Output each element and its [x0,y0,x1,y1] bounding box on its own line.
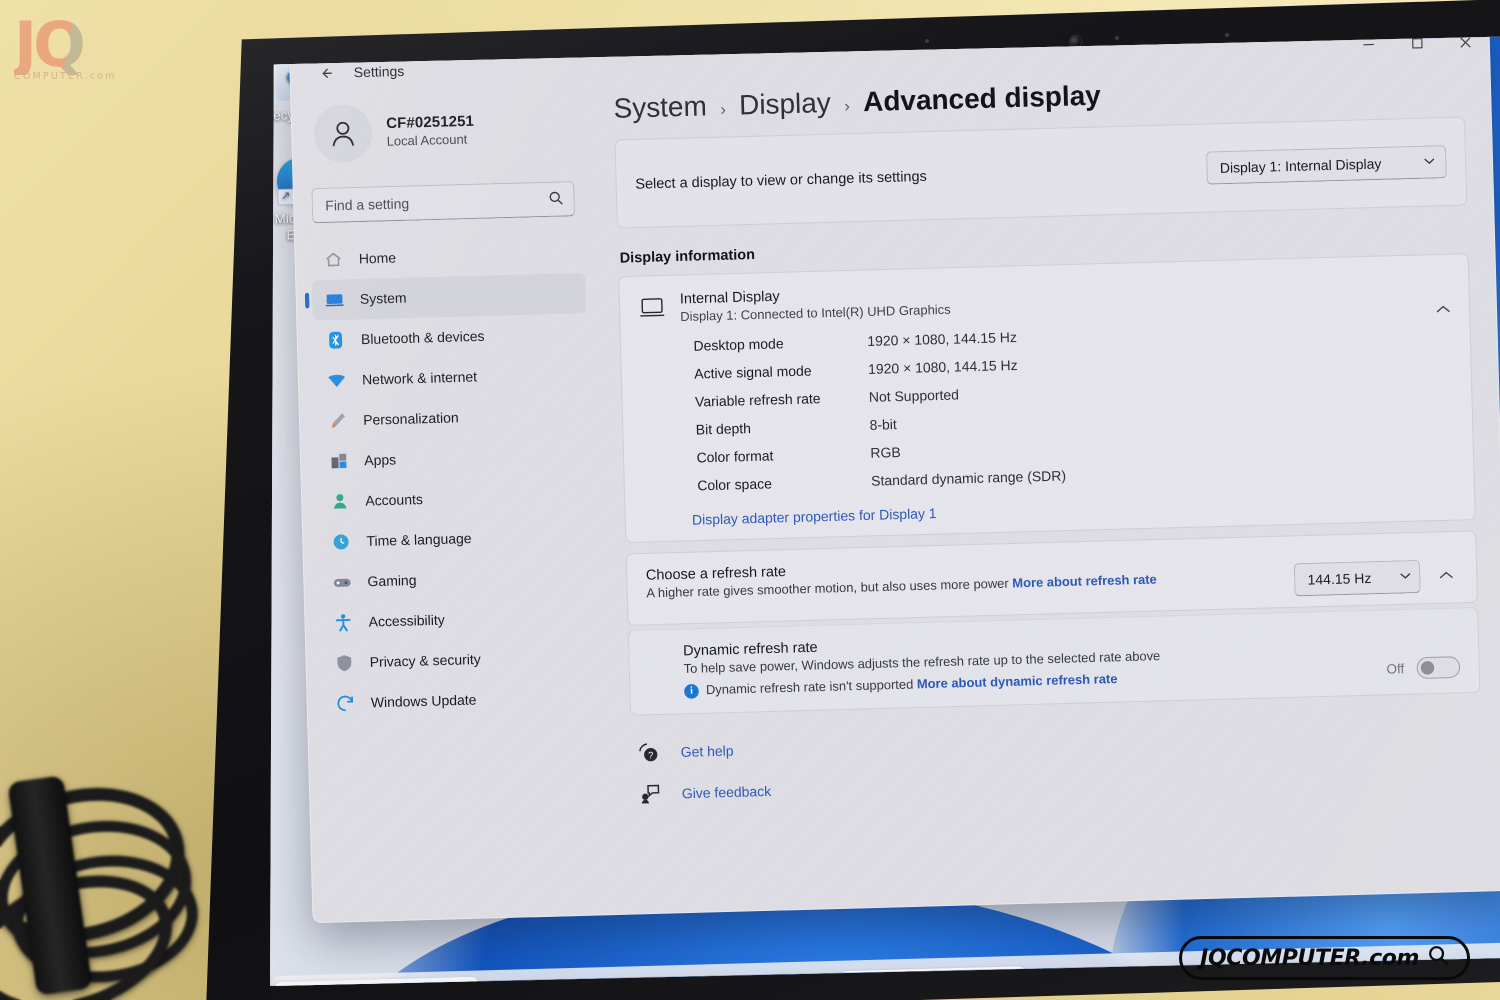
shield-icon [332,651,355,674]
refresh-rate-value: 144.15 Hz [1307,570,1372,588]
gamepad-icon [330,571,353,594]
info-value: Not Supported [868,387,960,405]
refresh-rate-dropdown[interactable]: 144.15 Hz [1293,559,1421,597]
bluetooth-icon [323,329,346,352]
info-value: 1920 × 1080, 144.15 Hz [867,357,1018,378]
maximize-button[interactable] [1392,36,1442,68]
info-key: Color space [697,475,773,494]
help-icon: ? [637,741,660,764]
sidebar-item-windows-update[interactable]: Windows Update [323,676,597,724]
sidebar-item-label: System [359,290,407,307]
sidebar-nav: Home System Bluetooth & devices Network … [311,233,597,725]
sidebar-item-label: Bluetooth & devices [360,328,485,348]
display-selector-value: Display 1: Internal Display [1219,155,1382,176]
display-device-sub: Display 1: Connected to Intel(R) UHD Gra… [680,302,951,325]
breadcrumb-system[interactable]: System [613,90,707,125]
watermark-logo: JQ [14,14,132,76]
account-type: Local Account [386,132,468,149]
sidebar-item-label: Accessibility [368,612,445,630]
info-value: 8-bit [869,416,898,433]
window-title: Settings [353,62,405,80]
search-box[interactable] [311,181,576,224]
wifi-icon [325,369,348,392]
account-name: CF#0251251 [386,113,475,133]
avatar [313,103,373,164]
chevron-down-icon [1424,156,1436,168]
sidebar-item-label: Home [358,250,397,267]
sidebar-item-label: Gaming [367,572,417,590]
display-information-card: Internal Display Display 1: Connected to… [618,253,1476,544]
more-about-dynamic-refresh-rate-link[interactable]: More about dynamic refresh rate [917,671,1118,691]
accessibility-icon [331,611,354,634]
help-links: ? Get help Give feedback [637,709,1483,815]
display-selector-dropdown[interactable]: Display 1: Internal Display [1205,145,1447,185]
dynamic-refresh-rate-note: Dynamic refresh rate isn't supported [705,677,914,698]
monitor-icon [638,294,666,322]
accounts-icon [328,490,351,513]
dynamic-refresh-rate-toggle[interactable] [1416,656,1461,680]
breadcrumb-separator: › [720,101,727,120]
search-input[interactable] [325,191,549,214]
dynamic-refresh-rate-toggle-label: Off [1386,660,1405,677]
sidebar-item-label: Personalization [362,409,459,428]
watermark-top-left: JQ COMPUTER.com [14,14,132,82]
home-icon [321,248,344,271]
display-selector-label: Select a display to view or change its s… [635,167,927,192]
info-value: RGB [870,444,901,461]
watermark-text: JQCOMPUTER.com [1200,945,1419,971]
breadcrumb-separator: › [844,98,851,116]
watermark-sub: COMPUTER.com [14,70,117,82]
info-key: Active signal mode [694,363,812,382]
settings-main: System › Display › Advanced display Sele… [592,65,1500,915]
search-icon [549,190,564,208]
breadcrumb-display[interactable]: Display [739,87,831,122]
minimize-button[interactable] [1343,36,1393,69]
sidebar-item-label: Accounts [365,491,424,509]
sidebar-item-label: Windows Update [370,692,477,711]
watermark-bottom-right: JQCOMPUTER.com [1179,936,1470,980]
settings-sidebar: CF#0251251 Local Account Find a setting … [290,89,614,923]
apps-icon [327,450,350,473]
laptop-screen: Recycle Bin ↗ Microsoft Edge Settings [270,36,1500,986]
update-icon [333,692,356,715]
display-info-grid: Desktop mode 1920 × 1080, 144.15 Hz Acti… [693,318,1455,506]
paintbrush-icon [326,409,349,432]
more-about-refresh-rate-link[interactable]: More about refresh rate [1012,572,1157,590]
info-key: Bit depth [695,420,752,438]
info-icon: i [684,683,699,699]
shortcut-arrow-icon: ↗ [277,188,295,206]
account-block[interactable]: CF#0251251 Local Account [307,90,582,164]
info-key: Desktop mode [693,335,784,354]
help-link-label: Give feedback [681,782,772,801]
settings-window: Settings CF#0251251 Local Account Find a… [288,36,1500,924]
laptop: Recycle Bin ↗ Microsoft Edge Settings [150,0,1500,1000]
display-selector-card: Select a display to view or change its s… [614,116,1468,229]
toggle-knob [1420,660,1435,675]
sidebar-item-label: Apps [364,451,397,469]
system-monitor-icon [322,288,345,311]
info-value: 1920 × 1080, 144.15 Hz [867,329,1018,350]
sidebar-item-label: Network & internet [361,369,478,388]
close-button[interactable] [1441,36,1491,66]
chevron-down-icon [1400,571,1412,583]
chevron-up-icon[interactable] [1435,568,1458,583]
svg-text:?: ? [648,750,653,760]
sidebar-item-label: Time & language [366,530,472,550]
feedback-icon [638,782,661,805]
sidebar-item-label: Privacy & security [369,651,481,671]
info-key: Color format [696,447,774,466]
clock-globe-icon [329,530,352,553]
page-title: Advanced display [862,79,1102,118]
search-icon [1428,945,1449,972]
dynamic-refresh-rate-card: Dynamic refresh rate To help save power,… [627,606,1481,716]
info-key: Variable refresh rate [694,390,821,410]
window-controls [1343,36,1490,69]
chevron-up-icon[interactable] [1436,302,1451,317]
help-link-label: Get help [680,742,734,760]
